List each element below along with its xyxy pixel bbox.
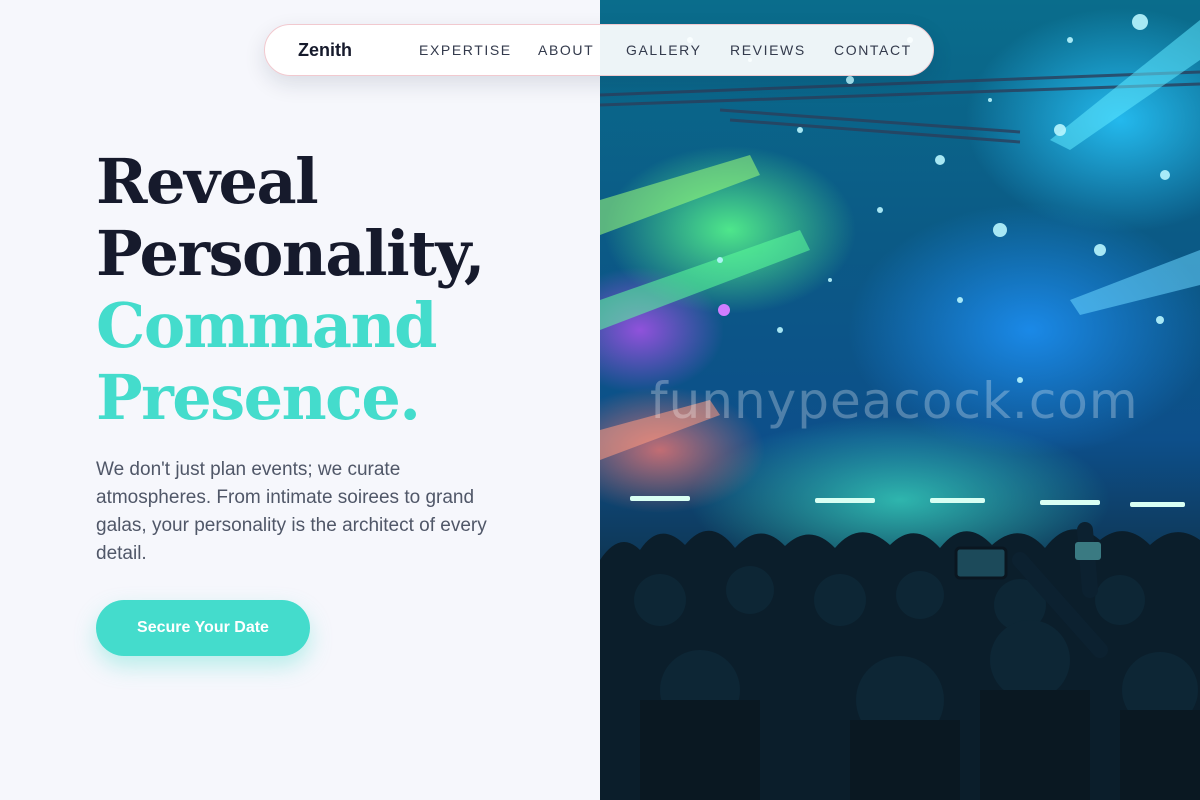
headline-line-2: Personality, [96,217,486,290]
hero-description: We don't just plan events; we curate atm… [96,459,487,564]
nav-link-gallery[interactable]: GALLERY [626,42,702,58]
top-navigation: Zenith EXPERTISE ABOUT GALLERY REVIEWS C… [264,24,934,76]
headline-line-3: Command [96,289,438,362]
secure-your-date-button[interactable]: Secure Your Date [96,600,310,656]
headline-line-1: Reveal [96,145,319,218]
nav-link-about[interactable]: ABOUT [538,42,594,58]
hero-headline: Reveal Personality, Command Presence. [96,146,576,434]
landing-page: funnypeacock.com Zenith EXPERTISE ABOUT … [0,0,1200,800]
nav-link-reviews[interactable]: REVIEWS [730,42,806,58]
image-watermark: funnypeacock.com [650,372,1139,430]
headline-line-4: Presence. [96,361,421,434]
nav-link-contact[interactable]: CONTACT [834,42,912,58]
concert-crowd-image: funnypeacock.com [600,0,1200,800]
nav-link-expertise[interactable]: EXPERTISE [419,42,512,58]
brand-logo[interactable]: Zenith [298,40,352,61]
